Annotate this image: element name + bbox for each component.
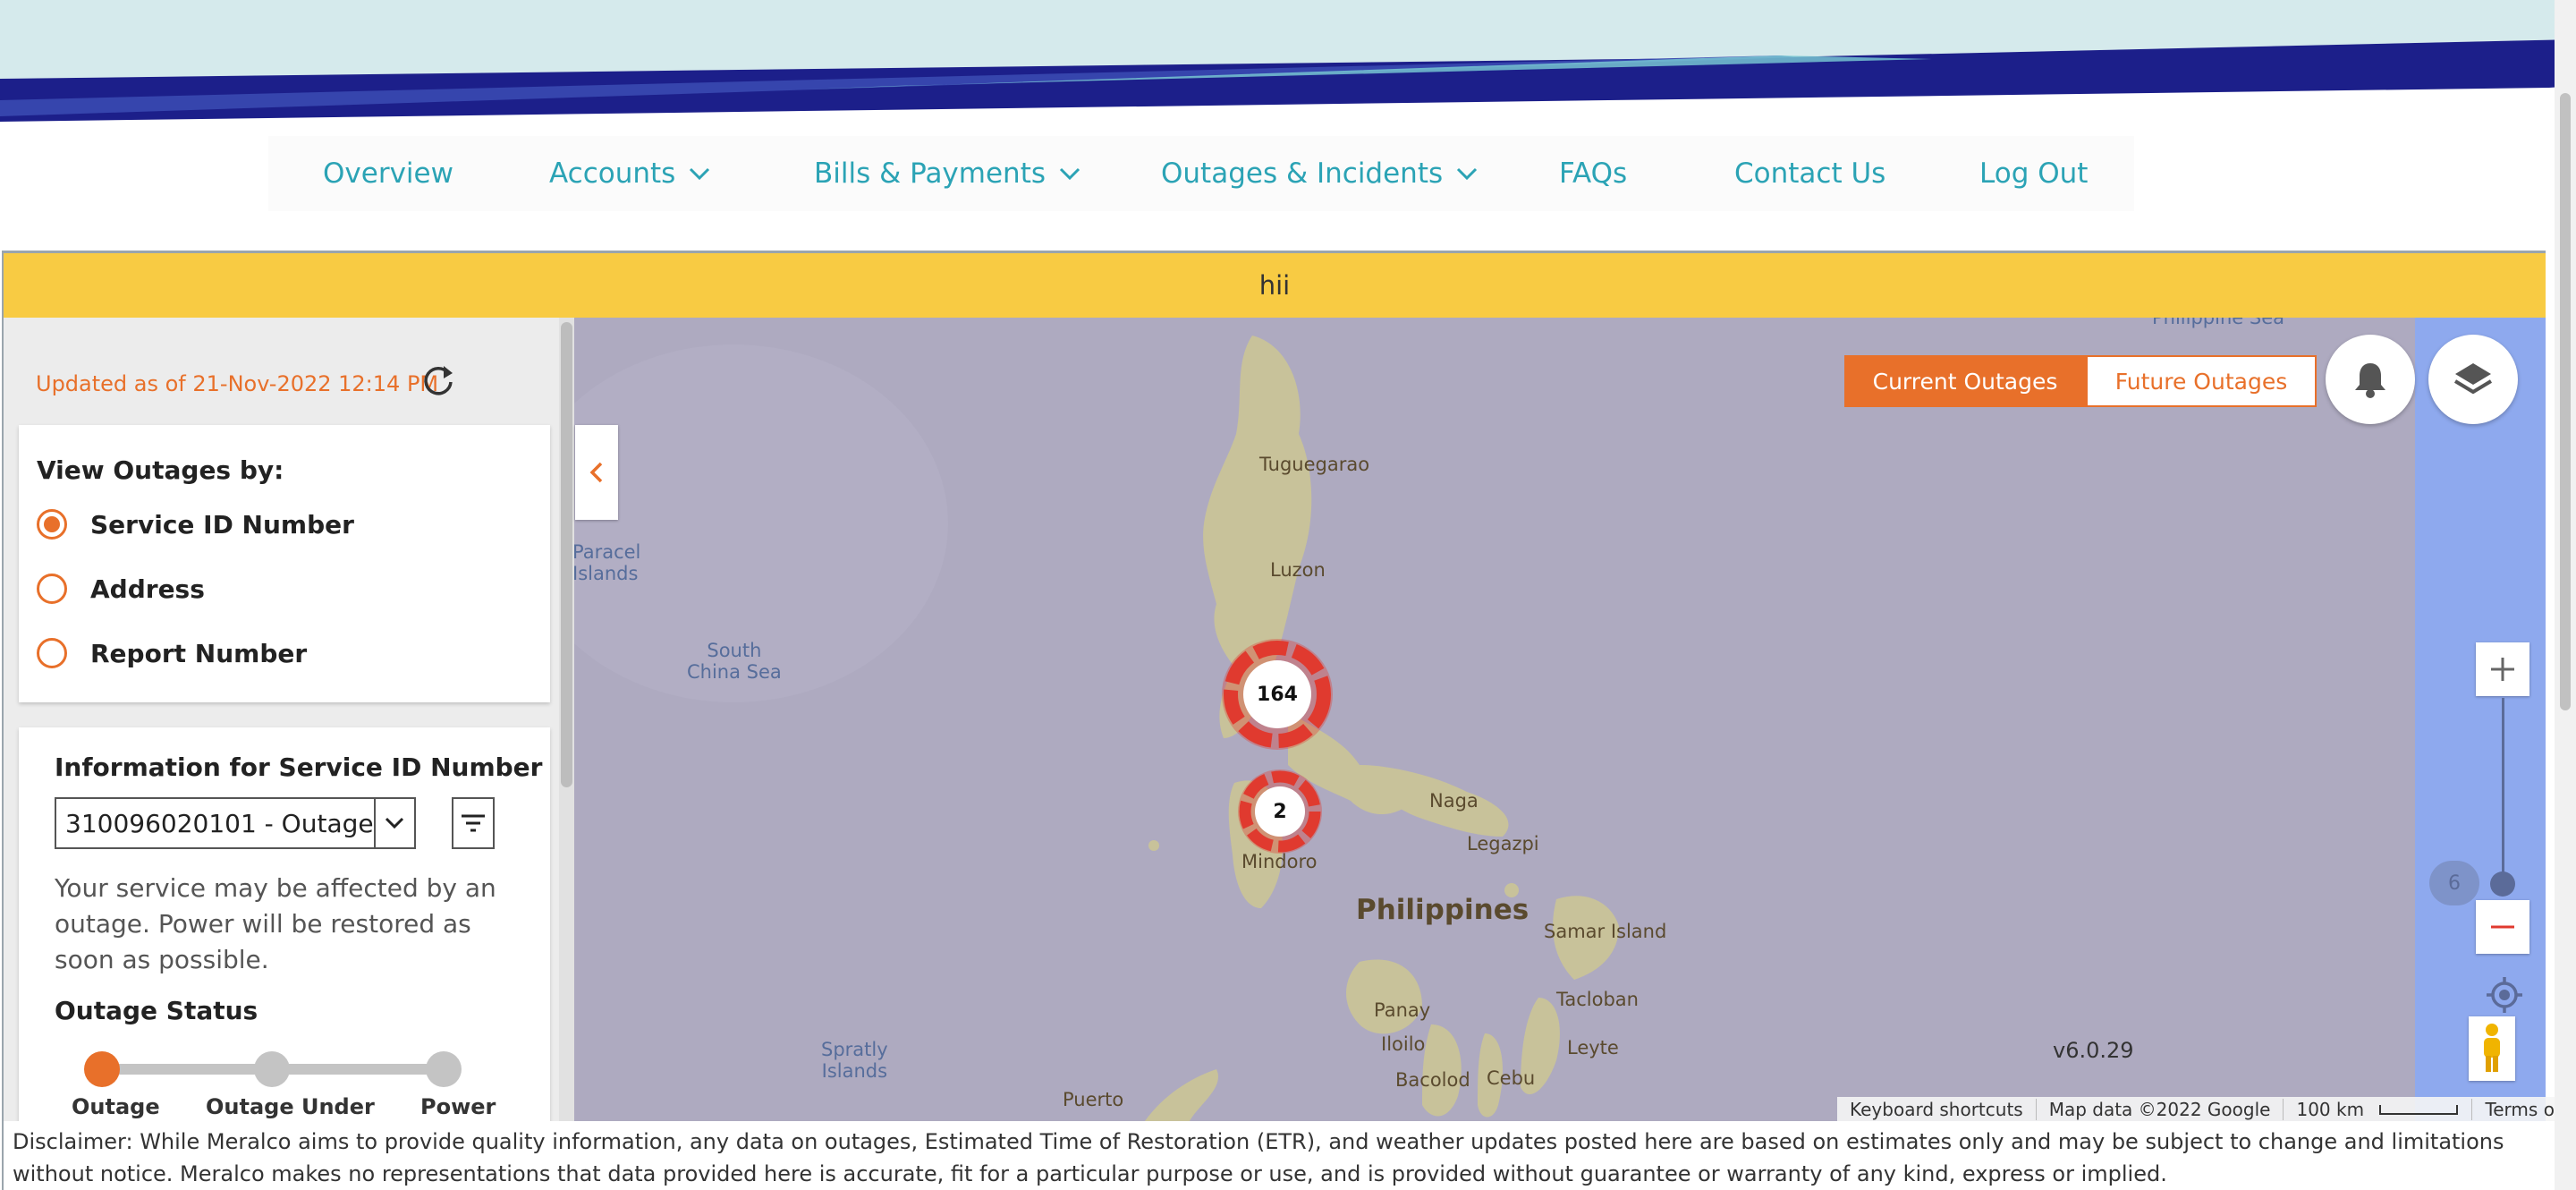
nav-bills-label: Bills & Payments (814, 157, 1046, 190)
main-nav: Overview Accounts Bills & Payments Outag… (268, 136, 2134, 211)
zoom-level-badge: 6 (2429, 861, 2479, 905)
map-label-puerto: Puerto (1063, 1089, 1124, 1110)
nav-faqs[interactable]: FAQs (1559, 136, 1627, 211)
map-label-philippines: Philippines (1356, 894, 1530, 926)
outage-status-title: Outage Status (55, 996, 258, 1025)
status-label-outage: Outage (72, 1094, 160, 1119)
map-label-paracel: Paracel Islands (572, 541, 641, 584)
map-attribution: Keyboard shortcuts Map data ©2022 Google… (1837, 1097, 2576, 1121)
chevron-down-icon (690, 167, 710, 181)
zoom-slider-track[interactable] (2502, 698, 2504, 882)
map-label-luzon: Luzon (1270, 559, 1326, 581)
status-step-under (254, 1051, 290, 1087)
nav-accounts[interactable]: Accounts (549, 136, 711, 211)
zoom-in-button[interactable] (2476, 642, 2529, 696)
outage-cluster-marker[interactable]: 164 (1218, 635, 1336, 753)
notice-bar: hii (4, 253, 2546, 318)
outage-side-panel: Updated as of 21-Nov-2022 12:14 PM View … (4, 318, 562, 1121)
map-label-bacolod: Bacolod (1395, 1069, 1470, 1091)
nav-logout-label: Log Out (1979, 157, 2089, 190)
status-label-power: Power (420, 1094, 496, 1119)
chevron-down-icon (1457, 167, 1478, 181)
radio-report-number[interactable]: Report Number (37, 638, 307, 668)
app-version: v6.0.29 (2053, 1038, 2134, 1063)
filter-button[interactable] (452, 797, 495, 849)
map-label-spratly: Spratly Islands (821, 1039, 888, 1082)
map-scale[interactable]: 100 km (2284, 1098, 2473, 1120)
chevron-left-icon (589, 462, 603, 483)
map-label-cebu: Cebu (1487, 1067, 1536, 1089)
radio-address-label: Address (90, 574, 205, 604)
updated-timestamp: Updated as of 21-Nov-2022 12:14 PM (36, 371, 439, 396)
pegman-icon (2484, 1024, 2500, 1072)
cluster-count: 2 (1273, 800, 1287, 823)
radio-report-number-label: Report Number (90, 638, 308, 668)
service-id-select[interactable]: 310096020101 - Outage (55, 797, 416, 849)
radio-selected-icon (37, 509, 67, 540)
map-label-south-china-sea: South China Sea (687, 640, 782, 683)
future-outages-toggle[interactable]: Future Outages (2086, 355, 2317, 407)
cluster-count: 164 (1257, 683, 1298, 706)
nav-bills-payments[interactable]: Bills & Payments (814, 136, 1081, 211)
service-message: Your service may be affected by an outag… (55, 873, 496, 974)
service-info-title: Information for Service ID Number (55, 752, 543, 782)
bell-icon (2355, 363, 2385, 398)
map-label-panay: Panay (1374, 999, 1431, 1021)
radio-service-id[interactable]: Service ID Number (37, 509, 354, 540)
nav-faqs-label: FAQs (1559, 157, 1628, 190)
map-label-legazpi: Legazpi (1467, 833, 1539, 854)
zoom-out-button[interactable] (2476, 900, 2529, 954)
zoom-control-strip (2415, 318, 2546, 1121)
nav-overview[interactable]: Overview (323, 136, 453, 211)
map-scale-label: 100 km (2296, 1098, 2365, 1120)
outage-map[interactable]: Tuguegarao Luzon Naga Legazpi Mindoro Ph… (572, 318, 2546, 1121)
radio-unselected-icon (37, 638, 67, 668)
page-scrollbar-thumb[interactable] (2560, 93, 2571, 710)
nav-outages-label: Outages & Incidents (1161, 157, 1444, 190)
filter-icon (462, 814, 485, 832)
radio-address[interactable]: Address (37, 574, 205, 604)
view-outages-card: View Outages by: Service ID Number Addre… (19, 425, 550, 702)
map-layers-button[interactable] (2428, 335, 2518, 424)
plus-icon (2491, 658, 2514, 681)
nav-log-out[interactable]: Log Out (1979, 136, 2088, 211)
notifications-button[interactable] (2326, 335, 2415, 424)
map-label-leyte: Leyte (1567, 1037, 1619, 1058)
view-outages-title: View Outages by: (37, 455, 284, 485)
nav-overview-label: Overview (323, 157, 453, 190)
chevron-down-icon[interactable] (373, 799, 414, 847)
map-label-tacloban: Tacloban (1556, 989, 1639, 1010)
status-step-outage (84, 1051, 120, 1087)
street-view-button[interactable] (2469, 1016, 2515, 1081)
status-step-power (426, 1051, 462, 1087)
map-data-credit: Map data ©2022 Google (2037, 1098, 2284, 1120)
nav-contact-label: Contact Us (1734, 157, 1886, 190)
map-label-iloilo: Iloilo (1381, 1033, 1426, 1055)
scale-bar-icon (2379, 1104, 2459, 1115)
map-label-tuguegarao: Tuguegarao (1259, 454, 1370, 475)
refresh-icon[interactable] (420, 362, 456, 398)
radio-service-id-label: Service ID Number (90, 509, 354, 540)
panel-scrollbar-thumb[interactable] (561, 322, 572, 787)
chevron-down-icon (1059, 167, 1080, 181)
disclaimer-text: Disclaimer: While Meralco aims to provid… (13, 1129, 2504, 1186)
map-label-naga: Naga (1429, 790, 1479, 812)
service-id-value: 310096020101 - Outage (65, 808, 374, 838)
current-outages-toggle[interactable]: Current Outages (1844, 355, 2086, 407)
outage-cluster-marker[interactable]: 2 (1235, 767, 1325, 856)
nav-contact-us[interactable]: Contact Us (1734, 136, 1885, 211)
collapse-panel-button[interactable] (575, 425, 618, 520)
my-location-icon[interactable] (2485, 975, 2524, 1015)
map-label-philippine-sea: Philippine Sea (2152, 318, 2284, 328)
map-label-samar: Samar Island (1544, 921, 1667, 942)
header-banner (0, 0, 2576, 123)
radio-unselected-icon (37, 574, 67, 604)
layers-icon (2453, 363, 2493, 395)
zoom-slider-handle[interactable] (2490, 871, 2515, 897)
keyboard-shortcuts-link[interactable]: Keyboard shortcuts (1837, 1098, 2037, 1120)
status-label-under: Outage Under (206, 1094, 375, 1119)
nav-outages-incidents[interactable]: Outages & Incidents (1161, 136, 1479, 211)
nav-accounts-label: Accounts (549, 157, 676, 190)
minus-icon (2491, 925, 2514, 929)
